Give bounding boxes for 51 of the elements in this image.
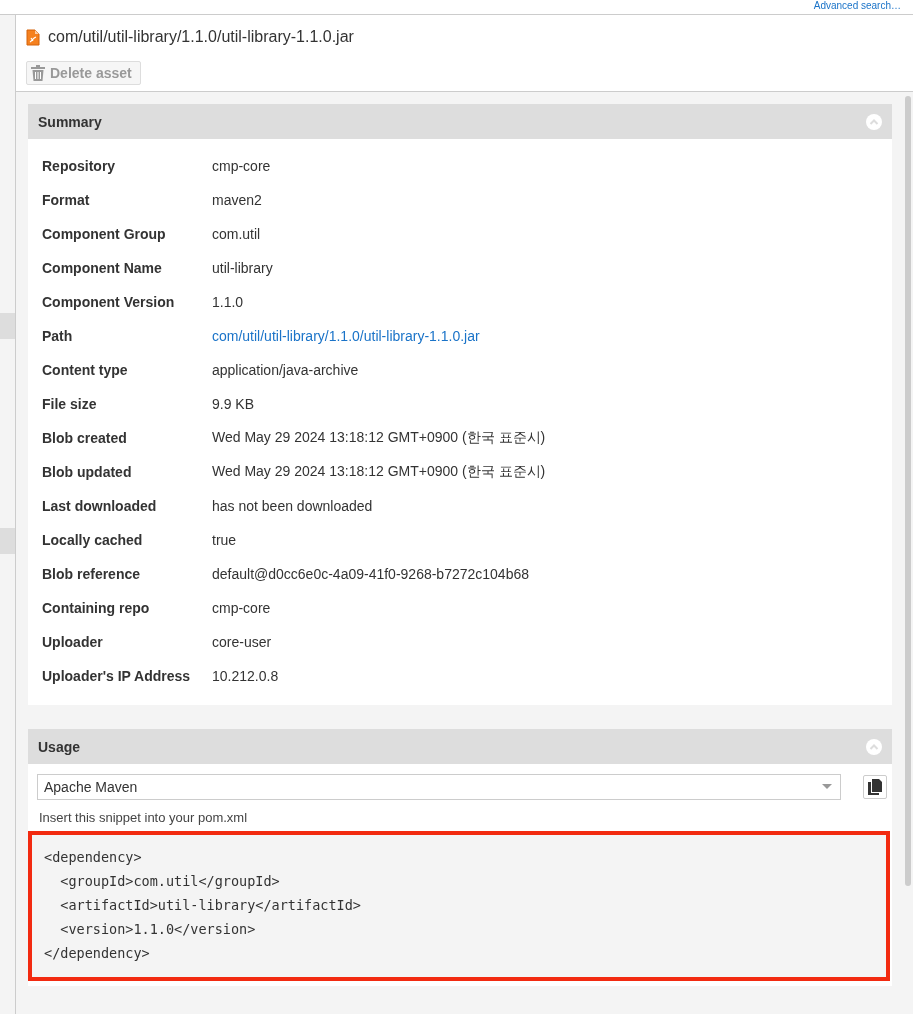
field-label: Blob updated bbox=[42, 464, 133, 480]
sidebar-item[interactable] bbox=[0, 313, 15, 339]
field-value: Wed May 29 2024 13:18:12 GMT+0900 (한국 표준시) bbox=[212, 429, 546, 447]
field-value: default@d0cc6e0c-4a09-41f0-9268-b7272c104b68 bbox=[212, 566, 529, 582]
format-dropdown[interactable]: Apache Maven bbox=[37, 774, 841, 800]
field-value: application/java-archive bbox=[212, 362, 359, 378]
field-label: Content type bbox=[42, 362, 129, 378]
field-value: has not been downloaded bbox=[212, 498, 373, 514]
advanced-search-link[interactable]: Advanced search… bbox=[813, 0, 901, 12]
field-value: 10.212.0.8 bbox=[212, 668, 279, 684]
field-label: Blob created bbox=[42, 430, 128, 446]
field-value: cmp-core bbox=[212, 600, 271, 616]
field-value: 1.1.0 bbox=[212, 294, 244, 310]
summary-header[interactable]: Summary bbox=[28, 104, 892, 139]
field-label: Last downloaded bbox=[42, 498, 158, 514]
collapse-icon[interactable] bbox=[866, 738, 882, 755]
code-snippet: <dependency> <groupId>com.util</groupId> <artifactId>util-library</artifactId> <version>1.1.0</version> </dependency> bbox=[28, 831, 890, 981]
field-value: com.util bbox=[212, 226, 261, 242]
field-label: Blob reference bbox=[42, 566, 142, 582]
usage-header[interactable]: Usage bbox=[28, 729, 892, 764]
field-label: Uploader bbox=[42, 634, 104, 650]
field-label: Repository bbox=[42, 158, 117, 174]
copy-icon bbox=[868, 779, 882, 795]
field-value: 9.9 KB bbox=[212, 396, 255, 412]
field-label: Containing repo bbox=[42, 600, 151, 616]
field-label: Component Version bbox=[42, 294, 176, 310]
panel-title: Summary bbox=[38, 113, 102, 130]
field-value: maven2 bbox=[212, 192, 262, 208]
panel-title: Usage bbox=[38, 738, 81, 755]
collapse-icon[interactable] bbox=[866, 113, 882, 130]
sidebar-item[interactable] bbox=[0, 528, 15, 554]
path-link[interactable]: com/util/util-library/1.1.0/util-library-1.1.0.jar bbox=[212, 328, 480, 344]
field-label: Uploader's IP Address bbox=[42, 668, 192, 684]
field-label: Component Name bbox=[42, 260, 163, 276]
file-icon bbox=[26, 28, 40, 46]
field-value: cmp-core bbox=[212, 158, 271, 174]
field-label: Locally cached bbox=[42, 532, 144, 548]
field-label: Format bbox=[42, 192, 91, 208]
field-label: Path bbox=[42, 328, 74, 344]
field-value: core-user bbox=[212, 634, 272, 650]
field-label: File size bbox=[42, 396, 98, 412]
field-value: util-library bbox=[212, 260, 273, 276]
dropdown-caret-icon bbox=[822, 784, 832, 790]
field-label: Component Group bbox=[42, 226, 167, 242]
snippet-hint: Insert this snippet into your pom.xml bbox=[39, 810, 249, 825]
scrollbar[interactable] bbox=[905, 96, 911, 886]
field-value: Wed May 29 2024 13:18:12 GMT+0900 (한국 표준시) bbox=[212, 463, 546, 481]
field-value: true bbox=[212, 532, 237, 548]
asset-title: com/util/util-library/1.1.0/util-library-1.1.0.jar bbox=[48, 28, 354, 46]
copy-button[interactable] bbox=[863, 775, 887, 799]
trash-icon bbox=[31, 65, 45, 81]
